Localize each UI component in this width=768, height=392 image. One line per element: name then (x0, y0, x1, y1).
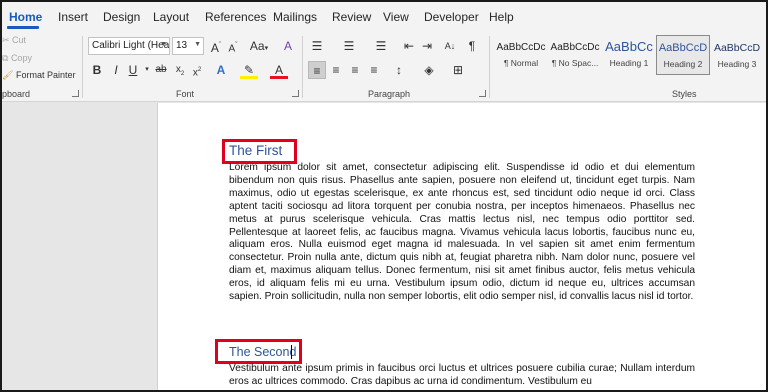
chevron-down-icon: ▼ (194, 41, 201, 48)
style-sample: AaBbCcDc (496, 42, 546, 53)
chevron-down-icon: ▼ (160, 41, 167, 48)
font-name-value: Calibri Light (Hea (92, 40, 170, 51)
font-size-dropdown[interactable]: 13 ▼ (172, 37, 204, 55)
tab-view[interactable]: View (383, 10, 409, 24)
copy-button[interactable]: ⧉ Copy (2, 53, 32, 64)
style-sample: AaBbCcD (658, 42, 708, 54)
text-effects-icon[interactable]: A (212, 61, 230, 79)
ribbon-divider (82, 36, 83, 98)
font-name-dropdown[interactable]: Calibri Light (Hea ▼ (88, 37, 170, 55)
style-sample: AaBbCcDc (550, 42, 600, 53)
style-normal[interactable]: AaBbCcDc ¶ Normal (494, 35, 548, 75)
line-spacing-icon[interactable]: ↕ (390, 61, 408, 79)
paragraph-dialog-launcher-icon[interactable] (479, 90, 486, 97)
decrease-indent-icon[interactable]: ⇤ (400, 37, 418, 55)
font-color-icon[interactable]: A (270, 61, 288, 79)
active-tab-indicator (7, 26, 39, 29)
tab-help[interactable]: Help (489, 10, 514, 24)
multilevel-list-icon[interactable]: ☰ (372, 37, 390, 55)
font-size-value: 13 (176, 40, 188, 51)
style-no-spacing[interactable]: AaBbCcDc ¶ No Spac... (548, 35, 602, 75)
body-paragraph-2[interactable]: Vestibulum ante ipsum primis in faucibus… (229, 363, 695, 389)
sort-icon[interactable]: A↓ (441, 37, 459, 55)
style-name: Heading 2 (663, 59, 703, 69)
style-sample: AaBbCc (605, 39, 653, 54)
align-left-icon[interactable]: ≡ (308, 61, 326, 79)
clipboard-dialog-launcher-icon[interactable] (72, 90, 79, 97)
highlighter-icon[interactable]: ✎ (240, 61, 258, 79)
copy-label: Copy (10, 53, 32, 63)
ribbon: ✂ Cut ⧉ Copy 🖌 Format Painter pboard Cal… (2, 32, 766, 102)
show-formatting-marks-icon[interactable]: ¶ (463, 37, 481, 55)
change-case-icon[interactable]: Aa▾ (248, 37, 270, 55)
tab-home[interactable]: Home (9, 10, 42, 24)
strikethrough-icon[interactable]: ab (152, 61, 170, 79)
superscript-icon[interactable]: x2 (188, 61, 206, 79)
bullets-icon[interactable]: ☰ (308, 37, 326, 55)
cut-button[interactable]: ✂ Cut (2, 35, 26, 46)
cut-label: Cut (12, 35, 27, 45)
tab-layout[interactable]: Layout (153, 10, 189, 24)
tab-developer[interactable]: Developer (424, 10, 479, 24)
tab-review[interactable]: Review (332, 10, 371, 24)
ribbon-tab-bar: Home Insert Design Layout References Mai… (2, 2, 766, 32)
paintbrush-icon: 🖌 (2, 70, 14, 80)
style-name: ¶ No Spac... (551, 58, 599, 68)
clipboard-group-label: pboard (2, 89, 31, 99)
font-group-label: Font (176, 89, 195, 99)
format-painter-button[interactable]: 🖌 Format Painter (2, 70, 75, 81)
tab-insert[interactable]: Insert (58, 10, 88, 24)
clear-formatting-icon[interactable]: A (279, 37, 297, 55)
format-painter-label: Format Painter (15, 70, 76, 80)
grow-font-icon[interactable]: Aˆ (207, 37, 225, 55)
subscript-icon[interactable]: x2 (171, 61, 189, 79)
highlight-box-heading-2 (215, 339, 302, 364)
borders-icon[interactable]: ⊞ (449, 61, 467, 79)
justify-icon[interactable]: ≡ (365, 61, 383, 79)
shading-icon[interactable]: ◈ (420, 61, 438, 79)
ribbon-divider (302, 36, 303, 98)
style-name: ¶ Normal (503, 58, 539, 68)
align-center-icon[interactable]: ≡ (327, 61, 345, 79)
style-heading-2[interactable]: AaBbCcD Heading 2 (656, 35, 710, 75)
paragraph-group-label: Paragraph (368, 89, 411, 99)
align-right-icon[interactable]: ≡ (346, 61, 364, 79)
tab-references[interactable]: References (205, 10, 266, 24)
style-name: Heading 3 (717, 59, 757, 69)
numbering-icon[interactable]: ☰ (340, 37, 358, 55)
italic-icon[interactable]: I (107, 61, 125, 79)
tab-mailings[interactable]: Mailings (273, 10, 317, 24)
word-window: Home Insert Design Layout References Mai… (0, 0, 768, 392)
shrink-font-icon[interactable]: Aˇ (224, 37, 242, 55)
font-dialog-launcher-icon[interactable] (292, 90, 299, 97)
style-heading-1[interactable]: AaBbCc Heading 1 (602, 35, 656, 75)
highlight-box-heading-1 (222, 139, 297, 164)
style-sample: AaBbCcD (713, 42, 761, 54)
ribbon-divider (489, 36, 490, 98)
style-heading-3[interactable]: AaBbCcD Heading 3 (710, 35, 764, 75)
styles-group-label: Styles (672, 89, 697, 99)
tab-design[interactable]: Design (103, 10, 140, 24)
increase-indent-icon[interactable]: ⇥ (418, 37, 436, 55)
body-paragraph-1[interactable]: Lorem ipsum dolor sit amet, consectetur … (229, 162, 695, 304)
style-name: Heading 1 (609, 58, 649, 68)
bold-icon[interactable]: B (88, 61, 106, 79)
